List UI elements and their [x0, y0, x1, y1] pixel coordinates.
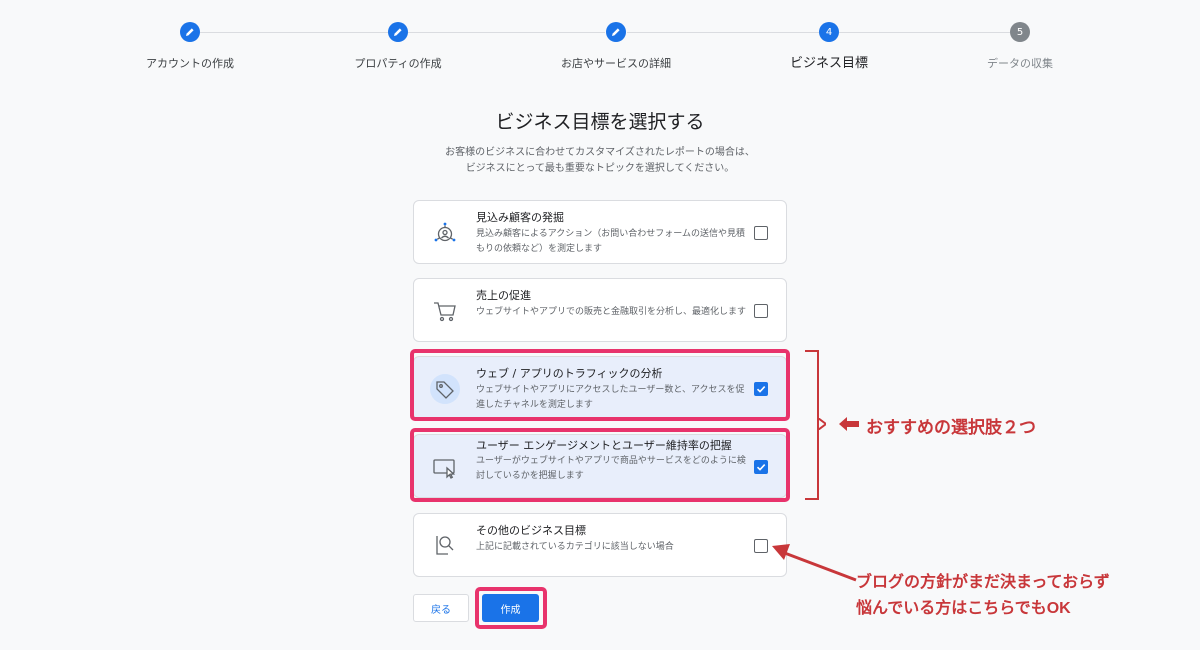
step-data-collection: 5 データの収集: [920, 22, 1120, 71]
step-account-creation: アカウントの作成: [90, 22, 290, 71]
goal-description: ウェブサイトやアプリでの販売と金融取引を分析し、最適化します: [476, 307, 747, 317]
goal-checkbox[interactable]: [754, 226, 768, 240]
page-title: ビジネス目標を選択する: [495, 111, 705, 133]
bracket-tip: [818, 418, 826, 430]
step-label: アカウントの作成: [146, 57, 234, 70]
goal-description: 上記に記載されているカテゴリに該当しない場合: [476, 542, 674, 552]
search-document-icon: [430, 531, 460, 561]
pencil-icon: [388, 22, 408, 42]
goal-title: 売上の促進: [476, 289, 531, 302]
pencil-icon: [606, 22, 626, 42]
setup-stepper: アカウントの作成 プロパティの作成 お店やサービスの詳細 4 ビジネス目標 5 …: [0, 0, 1200, 80]
goal-title: 見込み顧客の発掘: [476, 211, 564, 224]
shopping-cart-icon: [430, 296, 460, 326]
back-button[interactable]: 戻る: [413, 594, 469, 622]
lead-target-icon: [430, 218, 460, 248]
annotation-arrow: [772, 544, 857, 582]
goal-card-other[interactable]: その他のビジネス目標 上記に記載されているカテゴリに該当しない場合: [413, 513, 787, 577]
goal-card-sales-promotion[interactable]: 売上の促進 ウェブサイトやアプリでの販売と金融取引を分析し、最適化します: [413, 278, 787, 342]
goal-card-body: 売上の促進 ウェブサイトやアプリでの販売と金融取引を分析し、最適化します: [476, 288, 746, 320]
annotation-line: ブログの方針がまだ決まっておらず: [856, 574, 1110, 591]
arrow-left-icon: [839, 417, 859, 431]
annotation-other-goal: ブログの方針がまだ決まっておらず 悩んでいる方はこちらでもOK: [856, 570, 1110, 622]
description-line: ビジネスにとって最も重要なトピックを選択してください。: [465, 163, 735, 174]
highlight-frame: [410, 349, 790, 421]
step-business-goals: 4 ビジネス目標: [729, 22, 929, 71]
annotation-recommended: おすすめの選択肢２つ: [866, 418, 1036, 437]
goal-card-body: 見込み顧客の発掘 見込み顧客によるアクション（お問い合わせフォームの送信や見積も…: [476, 210, 746, 257]
page-description: お客様のビジネスに合わせてカスタマイズされたレポートの場合は、 ビジネスにとって…: [0, 145, 1200, 177]
description-line: お客様のビジネスに合わせてカスタマイズされたレポートの場合は、: [445, 147, 755, 158]
create-button[interactable]: 作成: [482, 594, 539, 622]
step-label: データの収集: [987, 57, 1053, 70]
step-business-details: お店やサービスの詳細: [516, 22, 716, 71]
annotation-bracket: [805, 350, 819, 500]
goal-description: 見込み顧客によるアクション（お問い合わせフォームの送信や見積もりの依頼など）を測…: [476, 229, 746, 254]
pencil-icon: [180, 22, 200, 42]
step-number: 5: [1010, 22, 1030, 42]
goal-title: その他のビジネス目標: [476, 524, 586, 537]
highlight-frame: [410, 428, 790, 502]
step-property-creation: プロパティの作成: [298, 22, 498, 71]
step-label: お店やサービスの詳細: [561, 57, 671, 70]
step-label: ビジネス目標: [789, 56, 868, 71]
goal-checkbox[interactable]: [754, 539, 768, 553]
goal-card-lead-generation[interactable]: 見込み顧客の発掘 見込み顧客によるアクション（お問い合わせフォームの送信や見積も…: [413, 200, 787, 264]
annotation-line: 悩んでいる方はこちらでもOK: [856, 600, 1071, 617]
goal-checkbox[interactable]: [754, 304, 768, 318]
step-number: 4: [819, 22, 839, 42]
goal-card-body: その他のビジネス目標 上記に記載されているカテゴリに該当しない場合: [476, 523, 746, 555]
step-label: プロパティの作成: [354, 57, 442, 70]
